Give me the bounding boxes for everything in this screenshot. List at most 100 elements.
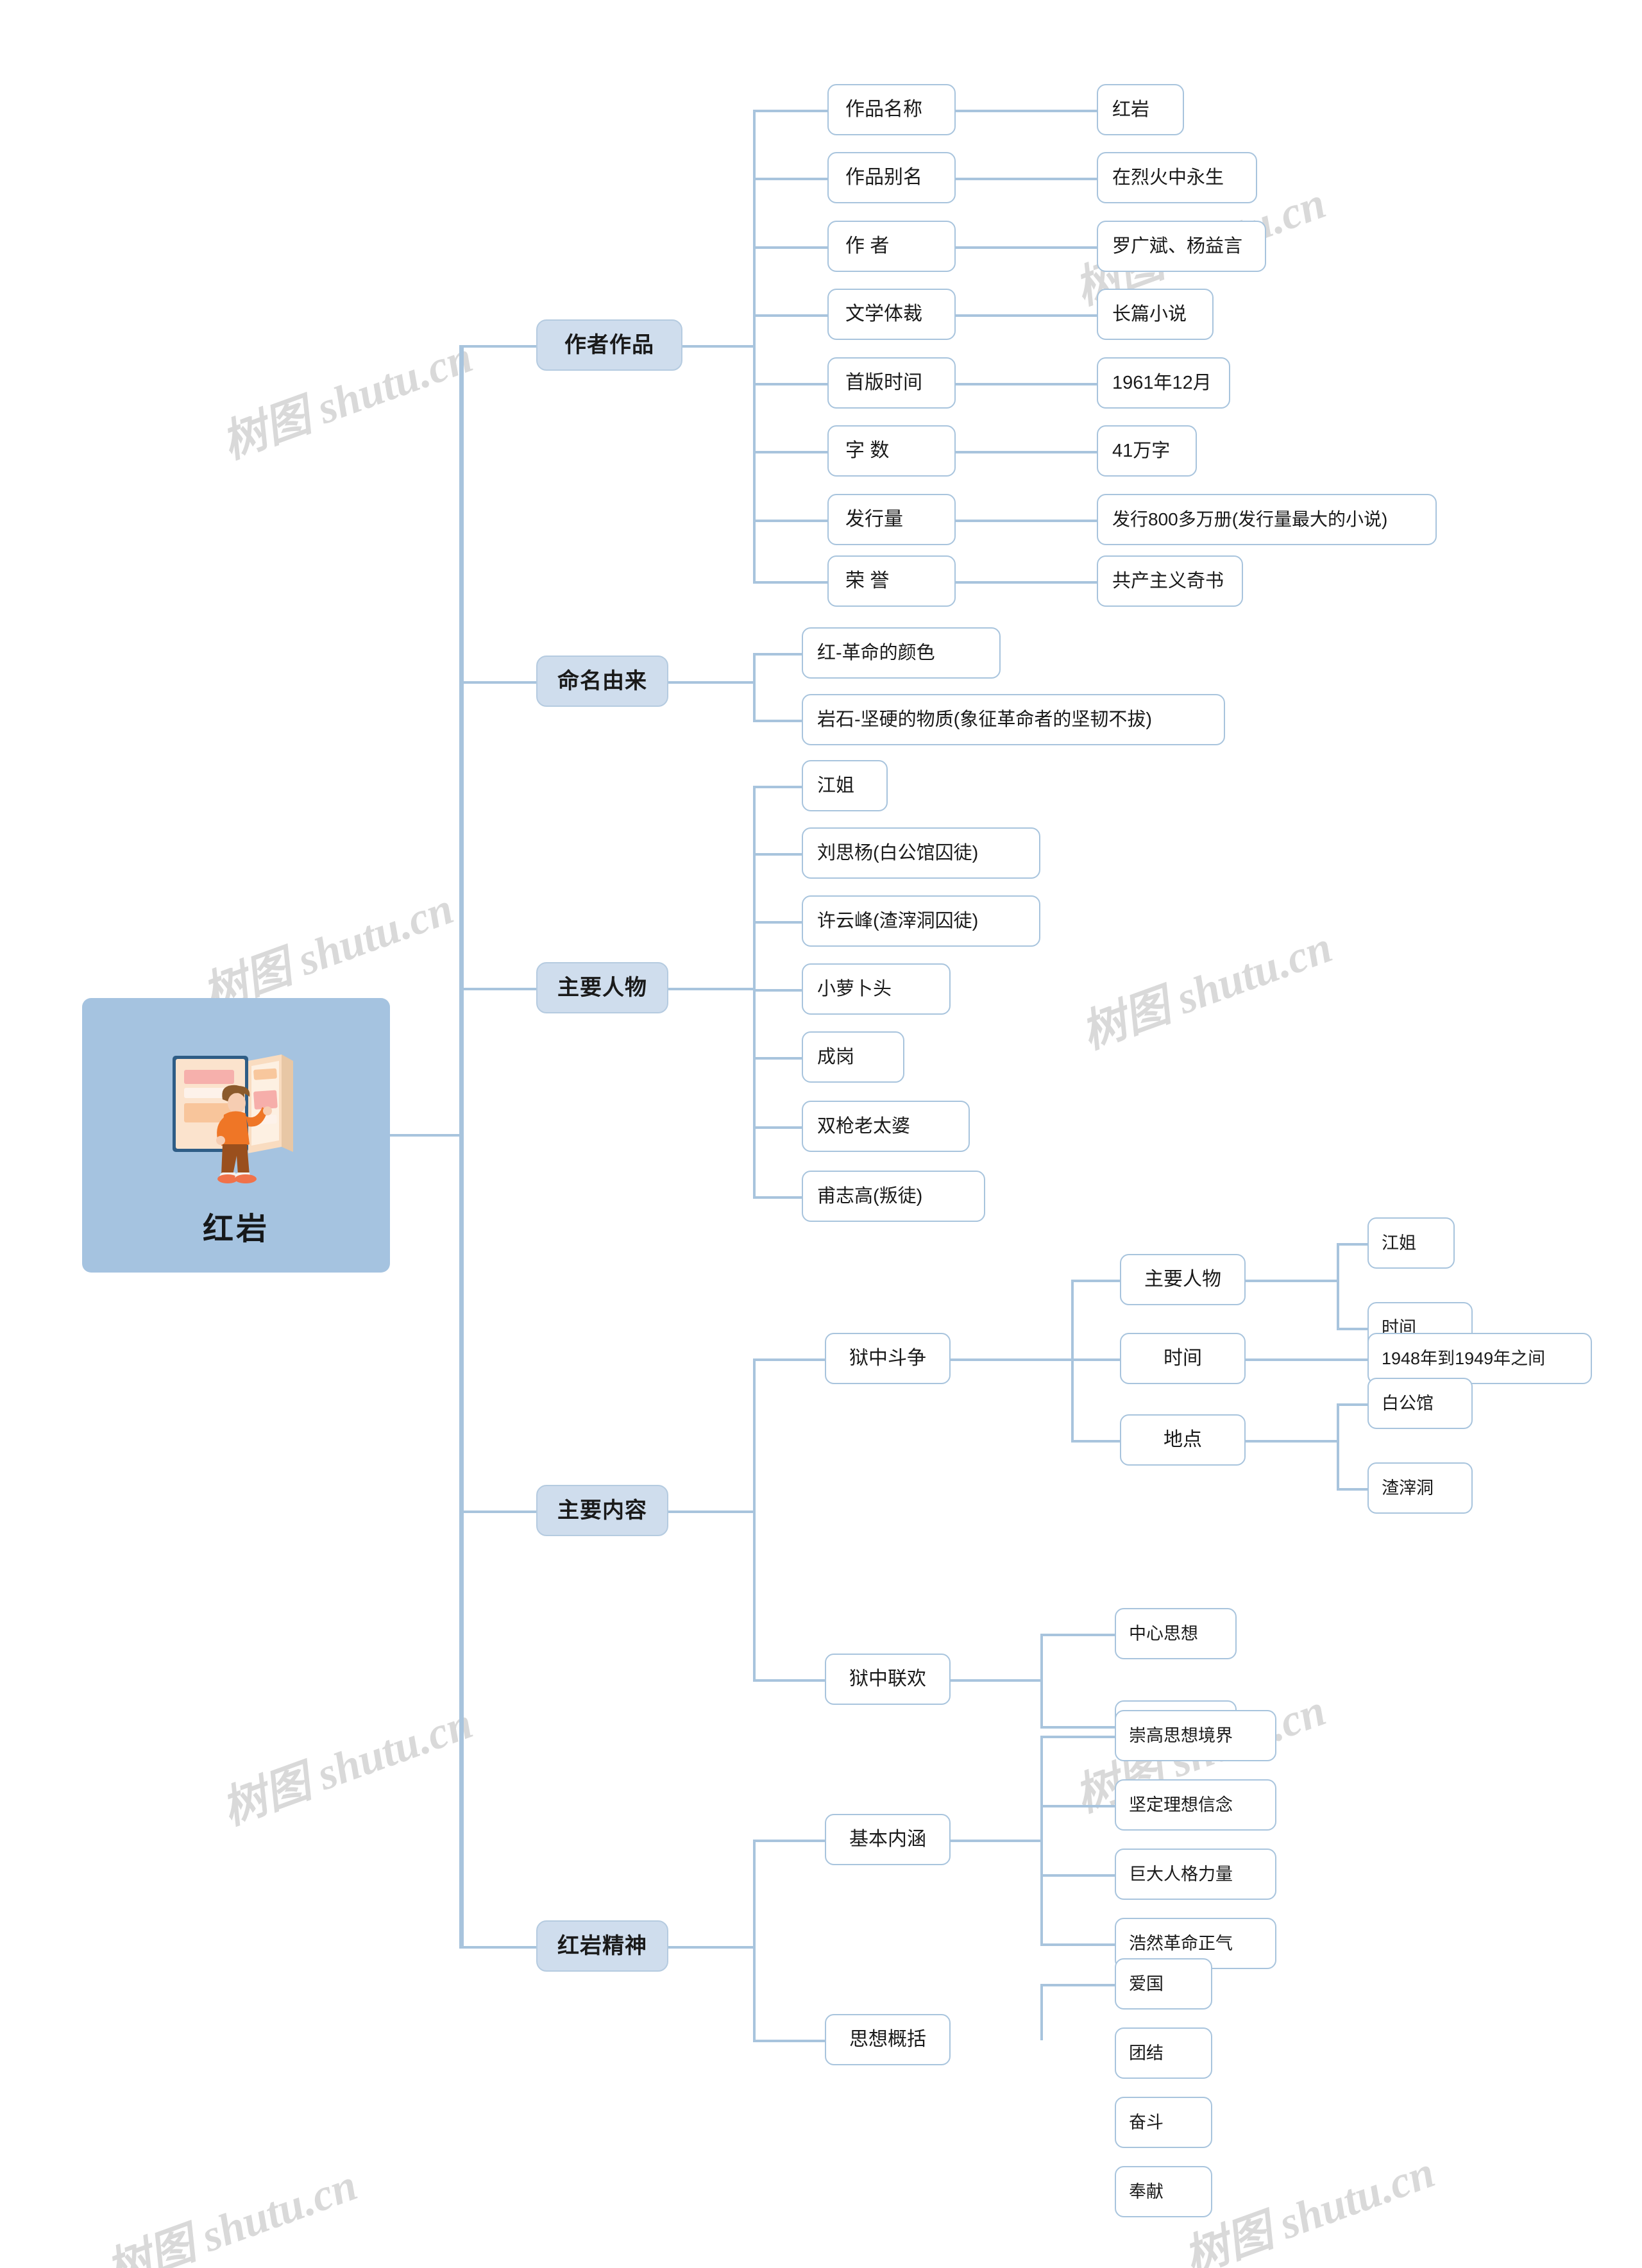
connector [1337,1403,1367,1406]
connector [459,988,536,990]
branch-node-hongyanjingshen[interactable]: 红岩精神 [536,1920,668,1972]
branch-node-zuozhezuopin[interactable]: 作者作品 [536,319,682,371]
connector [1071,1280,1120,1282]
connector [753,110,756,581]
value-node[interactable]: 团结 [1115,2027,1212,2079]
value-node[interactable]: 成岗 [802,1031,904,1083]
connector [753,989,802,992]
connector [668,988,754,990]
key-node-zishu[interactable]: 字 数 [827,425,956,477]
connector [753,2040,825,2042]
key-node-zuozhe[interactable]: 作 者 [827,221,956,272]
connector [1071,1358,1120,1361]
key-node-rongyu[interactable]: 荣 誉 [827,555,956,607]
connector [753,653,802,656]
connector [1246,1440,1338,1443]
connector [753,786,802,788]
connector [668,681,754,684]
value-node[interactable]: 罗广斌、杨益言 [1097,221,1266,272]
connector [753,110,827,112]
value-node[interactable]: 崇高思想境界 [1115,1710,1276,1761]
key-node-jibenneihan[interactable]: 基本内涵 [825,1814,951,1865]
watermark: 树图 shutu.cn [1178,2147,1441,2268]
watermark: 树图 shutu.cn [216,332,479,469]
key-node-shoubanshijian[interactable]: 首版时间 [827,357,956,409]
connector [668,1946,754,1949]
connector [753,1358,825,1361]
branch-node-zhuyaoneirong[interactable]: 主要内容 [536,1485,668,1536]
connector [682,345,754,348]
connector [1337,1243,1367,1246]
value-node[interactable]: 在烈火中永生 [1097,152,1257,203]
value-node[interactable]: 小萝卜头 [802,963,951,1015]
connector [956,314,1097,317]
key-node-yuzhonglianhuan[interactable]: 狱中联欢 [825,1654,951,1705]
connector [956,581,1097,584]
key-node-zuopinbieming[interactable]: 作品别名 [827,152,956,203]
connector [1337,1488,1367,1491]
value-node[interactable]: 1948年到1949年之间 [1367,1333,1592,1384]
connector [951,1679,1042,1682]
value-node[interactable]: 坚定理想信念 [1115,1779,1276,1831]
connector [753,314,827,317]
value-node[interactable]: 巨大人格力量 [1115,1849,1276,1900]
value-node[interactable]: 41万字 [1097,425,1197,477]
connector [459,1511,536,1513]
connector [1040,1805,1115,1807]
connector [1040,1874,1115,1877]
value-node[interactable]: 发行800多万册(发行量最大的小说) [1097,494,1437,545]
connector [1246,1280,1338,1282]
connector [459,345,536,348]
connector [1040,1984,1115,1986]
connector [956,110,1097,112]
connector [1337,1243,1339,1328]
connector [753,451,827,453]
value-node[interactable]: 甫志高(叛徒) [802,1171,985,1222]
value-node[interactable]: 1961年12月 [1097,357,1230,409]
value-node[interactable]: 红岩 [1097,84,1184,135]
connector [1040,1736,1043,1943]
value-node[interactable]: 岩石-坚硬的物质(象征革命者的坚韧不拔) [802,694,1225,745]
connector [951,1840,1042,1842]
key-node-wenxuetical[interactable]: 文学体裁 [827,289,956,340]
value-node[interactable]: 刘思杨(白公馆囚徒) [802,827,1040,879]
value-node[interactable]: 许云峰(渣滓洞囚徒) [802,895,1040,947]
value-node[interactable]: 江姐 [802,760,888,811]
person-opening-book-icon [156,1044,316,1187]
value-node[interactable]: 双枪老太婆 [802,1101,970,1152]
connector [1246,1358,1367,1361]
branch-node-zhuyaorenwu[interactable]: 主要人物 [536,962,668,1013]
connector [1040,1726,1115,1729]
key-node-zuopinmingcheng[interactable]: 作品名称 [827,84,956,135]
connector [951,1358,1072,1361]
value-node[interactable]: 中心思想 [1115,1608,1237,1659]
connector [1337,1328,1367,1330]
connector [753,1196,802,1199]
value-node[interactable]: 长篇小说 [1097,289,1214,340]
value-node[interactable]: 共产主义奇书 [1097,555,1243,607]
key-node-yuzhongdouzheng[interactable]: 狱中斗争 [825,1333,951,1384]
connector [668,1511,754,1513]
key-node-didian[interactable]: 地点 [1120,1414,1246,1466]
key-node-zhuyaorenwu-sub[interactable]: 主要人物 [1120,1254,1246,1305]
connector [753,853,802,856]
connector [1337,1403,1339,1488]
value-node[interactable]: 奉献 [1115,2166,1212,2217]
connector [753,520,827,522]
value-node[interactable]: 白公馆 [1367,1378,1473,1429]
root-node[interactable]: 红岩 [82,998,390,1273]
value-node[interactable]: 渣滓洞 [1367,1462,1473,1514]
connector [956,451,1097,453]
connector [753,1840,756,2040]
value-node[interactable]: 江姐 [1367,1217,1455,1269]
connector [753,921,802,924]
key-node-faxingliang[interactable]: 发行量 [827,494,956,545]
value-node[interactable]: 爱国 [1115,1958,1212,2010]
watermark: 树图 shutu.cn [1075,922,1339,1059]
value-node[interactable]: 红-革命的颜色 [802,627,1001,679]
connector [753,1840,825,1842]
key-node-shijian[interactable]: 时间 [1120,1333,1246,1384]
value-node[interactable]: 奋斗 [1115,2097,1212,2148]
branch-node-mingmingyoulai[interactable]: 命名由来 [536,656,668,707]
key-node-sixianggaikuo[interactable]: 思想概括 [825,2014,951,2065]
